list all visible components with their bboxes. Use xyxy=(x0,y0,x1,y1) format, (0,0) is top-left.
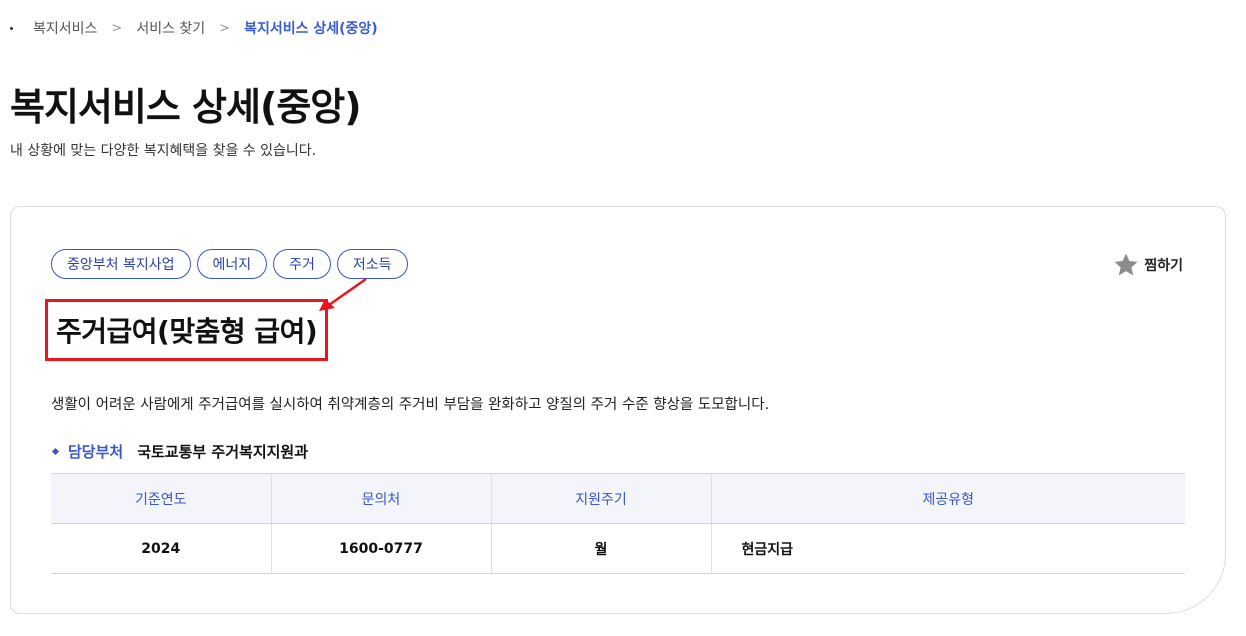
header-provision-type: 제공유형 xyxy=(711,473,1185,524)
cell-provision-type: 현금지급 xyxy=(711,523,1185,574)
favorite-button[interactable]: 찜하기 xyxy=(1112,251,1183,279)
service-info-table: 기준연도 문의처 지원주기 제공유형 2024 1600-0777 월 현금지급 xyxy=(51,473,1185,574)
tag-central-ministry[interactable]: 중앙부처 복지사업 xyxy=(51,249,191,279)
department-value: 국토교통부 주거복지지원과 xyxy=(137,443,309,461)
table-header-row: 기준연도 문의처 지원주기 제공유형 xyxy=(51,473,1185,524)
diamond-icon xyxy=(51,447,60,456)
star-icon xyxy=(1112,251,1140,279)
header-contact: 문의처 xyxy=(271,473,492,524)
service-detail-card: 중앙부처 복지사업 에너지 주거 저소득 찜하기 주거급여(맞춤형 급여) 생활… xyxy=(10,206,1226,614)
breadcrumb-bullet xyxy=(10,26,13,30)
cell-support-cycle: 월 xyxy=(491,523,712,574)
header-support-cycle: 지원주기 xyxy=(491,473,712,524)
table-row: 2024 1600-0777 월 현금지급 xyxy=(51,523,1185,574)
breadcrumb-item-current: 복지서비스 상세(중앙) xyxy=(244,21,378,37)
cell-base-year: 2024 xyxy=(51,523,272,574)
breadcrumb-item-search[interactable]: 서비스 찾기 xyxy=(136,18,205,38)
chevron-right-icon: > xyxy=(111,20,123,36)
favorite-label: 찜하기 xyxy=(1144,258,1183,274)
chevron-right-icon: > xyxy=(219,20,231,36)
department-info: 담당부처 국토교통부 주거복지지원과 xyxy=(51,441,308,462)
breadcrumb-item-welfare[interactable]: 복지서비스 xyxy=(33,18,97,38)
page-description: 내 상황에 맞는 다양한 복지혜택을 찾을 수 있습니다. xyxy=(10,143,317,159)
service-title-highlight: 주거급여(맞춤형 급여) xyxy=(45,299,329,361)
header-base-year: 기준연도 xyxy=(51,473,272,524)
service-title: 주거급여(맞춤형 급여) xyxy=(56,315,318,348)
department-label: 담당부처 xyxy=(68,443,124,461)
service-description: 생활이 어려운 사람에게 주거급여를 실시하여 취약계층의 주거비 부담을 완화… xyxy=(51,397,770,413)
breadcrumb: 복지서비스 > 서비스 찾기 > 복지서비스 상세(중앙) xyxy=(10,16,378,40)
tag-energy[interactable]: 에너지 xyxy=(196,249,268,279)
cell-contact: 1600-0777 xyxy=(271,523,492,574)
page-title: 복지서비스 상세(중앙) xyxy=(10,85,362,129)
